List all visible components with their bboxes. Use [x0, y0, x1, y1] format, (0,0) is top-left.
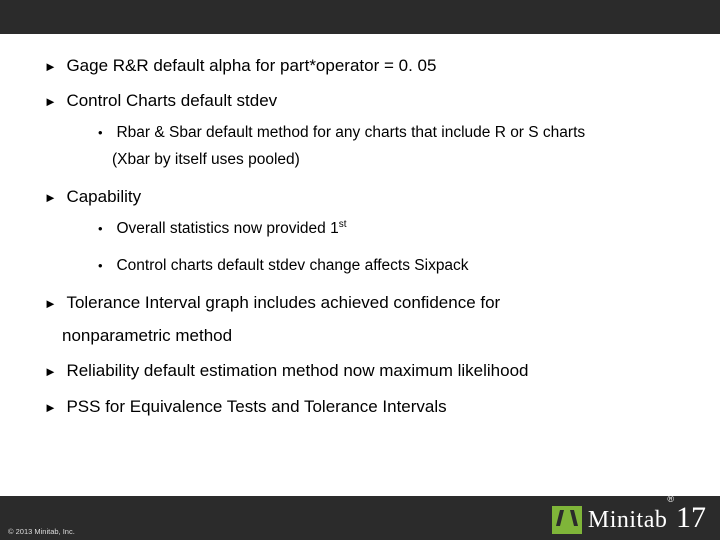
slide-content: Gage R&R default alpha for part*operator… — [0, 34, 720, 496]
sub-bullet-text: Overall statistics now provided 1st — [116, 220, 346, 237]
sub-bullet-list: Overall statistics now provided 1st Cont… — [44, 216, 690, 279]
bullet-item: Gage R&R default alpha for part*operator… — [44, 52, 690, 79]
bullet-text-continuation: nonparametric method — [44, 322, 690, 349]
triangle-bullet-icon — [44, 363, 62, 381]
sub-bullet-item: Rbar & Sbar default method for any chart… — [98, 120, 690, 173]
bullet-item: Reliability default estimation method no… — [44, 357, 690, 384]
bullet-list: Gage R&R default alpha for part*operator… — [44, 52, 690, 420]
bullet-item: PSS for Equivalence Tests and Tolerance … — [44, 393, 690, 420]
sub-bullet-text: Rbar & Sbar default method for any chart… — [116, 124, 585, 141]
triangle-bullet-icon — [44, 295, 62, 313]
brand-logo: Minitab®17 — [552, 504, 706, 534]
dot-bullet-icon — [98, 124, 112, 142]
bullet-text: Reliability default estimation method no… — [66, 361, 528, 380]
footer-bar: © 2013 Minitab, Inc. Minitab®17 — [0, 496, 720, 540]
bullet-text: Control Charts default stdev — [66, 91, 277, 110]
triangle-bullet-icon — [44, 58, 62, 76]
sub-bullet-text: Control charts default stdev change affe… — [116, 257, 468, 274]
title-bar — [0, 0, 720, 34]
bullet-text: PSS for Equivalence Tests and Tolerance … — [66, 397, 446, 416]
copyright-text: © 2013 Minitab, Inc. — [8, 527, 75, 536]
dot-bullet-icon — [98, 220, 112, 238]
brand-name: Minitab — [588, 507, 668, 533]
triangle-bullet-icon — [44, 189, 62, 207]
logo-text-wrap: Minitab®17 — [588, 504, 706, 534]
sub-bullet-text-prefix: Overall statistics now provided 1 — [116, 220, 338, 237]
brand-version: 17 — [676, 501, 706, 534]
triangle-bullet-icon — [44, 399, 62, 417]
bullet-item: Tolerance Interval graph includes achiev… — [44, 289, 690, 349]
sub-bullet-list: Rbar & Sbar default method for any chart… — [44, 120, 690, 173]
bullet-item: Control Charts default stdev Rbar & Sbar… — [44, 87, 690, 173]
ordinal-suffix: st — [339, 219, 347, 230]
sub-bullet-item: Overall statistics now provided 1st — [98, 216, 690, 243]
triangle-bullet-icon — [44, 93, 62, 111]
bullet-item: Capability Overall statistics now provid… — [44, 183, 690, 279]
dot-bullet-icon — [98, 257, 112, 275]
bullet-text: Capability — [66, 187, 141, 206]
slide: Gage R&R default alpha for part*operator… — [0, 0, 720, 540]
sub-bullet-text-continuation: (Xbar by itself uses pooled) — [98, 147, 690, 173]
registered-icon: ® — [667, 494, 674, 504]
bullet-text: Tolerance Interval graph includes achiev… — [66, 293, 500, 312]
bullet-text: Gage R&R default alpha for part*operator… — [66, 56, 436, 75]
logo-mark-icon — [552, 506, 582, 534]
sub-bullet-item: Control charts default stdev change affe… — [98, 253, 690, 279]
